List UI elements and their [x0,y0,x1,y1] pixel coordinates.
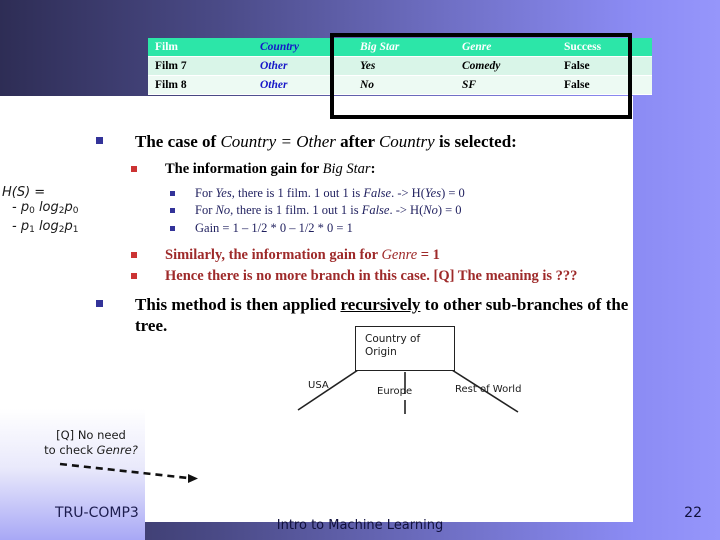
bullet-square-icon [170,208,175,213]
text-fragment: Country [378,132,435,151]
bullet-square-icon [96,137,103,144]
table-row: Film 7 Other Yes Comedy False [148,56,652,76]
text-fragment: 1 [72,225,79,235]
cell-film: Film 8 [148,75,253,95]
bullet-text: The case of Country = Other after Countr… [135,131,517,152]
text-fragment: ) = 0 [437,203,462,217]
bullet-text: For No, there is 1 film. 1 out 1 is Fals… [195,203,462,218]
slide-canvas: Film Country Big Star Genre Success Film… [0,0,720,540]
bullet-case-country-other: The case of Country = Other after Countr… [96,131,656,152]
bullet-text: Similarly, the information gain for Genr… [165,246,440,265]
text-fragment: Yes [215,186,232,200]
table-header-success: Success [557,38,652,57]
text-fragment: This method is then applied [135,295,341,314]
bullet-gain-calculation: Gain = 1 – 1/2 * 0 – 1/2 * 0 = 1 [170,221,640,236]
tree-branch-label-usa: USA [308,380,329,391]
text-fragment: Yes [424,186,442,200]
cell-success: False [557,56,652,76]
text-fragment: No [215,203,231,217]
table-header-big-star: Big Star [353,38,455,57]
text-fragment-underlined: recursively [340,295,421,314]
text-fragment: after [335,132,379,151]
table-header-film: Film [148,38,253,57]
table-header-country: Country [253,38,353,57]
text-fragment: . -> H( [389,203,424,217]
bullet-hence-no-branch: Hence there is no more branch in this ca… [131,267,671,286]
text-fragment: Genre [381,247,418,263]
footer-page-number: 22 [684,505,702,521]
text-fragment: - p [12,200,30,215]
tree-root-label-line1: Country of [365,333,421,345]
text-fragment: is selected: [434,132,517,151]
text-fragment: p [64,219,73,234]
table-header-row: Film Country Big Star Genre Success [148,38,652,57]
bullet-for-yes: For Yes, there is 1 film. 1 out 1 is Fal… [170,186,640,201]
cell-big-star: No [353,75,455,95]
text-fragment: = [276,132,297,151]
bullet-square-icon [131,273,137,279]
tree-branch-label-rest-of-world: Rest of World [455,384,522,395]
text-fragment: The case of [135,132,221,151]
text-fragment: . -> H( [391,186,425,200]
text-fragment: - p [12,219,30,234]
dashed-arrow-line [59,462,189,480]
text-fragment: For [195,203,216,217]
bullet-text: The information gain for Big Star: [165,160,375,179]
text-fragment: p [64,200,73,215]
text-fragment: The information gain for [165,161,323,177]
text-fragment: log [34,219,59,234]
entropy-formula-annotation: H(S) = - p0 log2p0 - p1 log2p1 [2,185,79,238]
text-fragment: Big Star [322,161,371,177]
text-fragment: No [423,203,438,217]
bullet-text: For Yes, there is 1 film. 1 out 1 is Fal… [195,186,465,201]
bullet-square-icon [96,300,103,307]
text-fragment: 0 [72,206,79,216]
dashed-arrow-head [188,474,198,483]
cell-genre: SF [455,75,557,95]
footer-title: Intro to Machine Learning [276,518,444,533]
cell-film: Film 7 [148,56,253,76]
bullet-similarly-genre: Similarly, the information gain for Genr… [131,246,661,265]
tree-branch-label-europe: Europe [377,386,413,397]
cell-success: False [557,75,652,95]
decision-tree-diagram: Country of Origin USA Europe Rest of Wor… [260,322,550,417]
bullet-info-gain-bigstar: The information gain for Big Star: [131,160,651,179]
annotation-line-1: [Q] No need [56,428,126,442]
text-fragment: : [370,161,376,177]
tree-root-label-line2: Origin [365,346,397,358]
text-fragment: Other [296,132,336,151]
text-fragment: Similarly, the information gain for [165,247,382,263]
bullet-square-icon [170,191,175,196]
bullet-text: Hence there is no more branch in this ca… [165,268,578,284]
text-fragment: False [361,203,390,217]
annotation-dashed-arrow [59,462,198,483]
text-fragment: False [363,186,392,200]
bullet-square-icon [131,166,137,172]
bullet-square-icon [170,226,175,231]
cell-big-star: Yes [353,56,455,76]
formula-line-3: - p1 log2p1 [2,219,79,238]
formula-line-1: H(S) = [2,185,46,200]
text-fragment: For [195,186,216,200]
text-fragment: log [34,200,59,215]
text-fragment: = 1 [417,247,440,263]
cell-country: Other [253,56,353,76]
bullet-for-no: For No, there is 1 film. 1 out 1 is Fals… [170,203,640,218]
bullet-text: Gain = 1 – 1/2 * 0 – 1/2 * 0 = 1 [195,221,353,235]
tree-root-node: Country of Origin [355,326,455,371]
cell-country: Other [253,75,353,95]
bullet-square-icon [131,252,137,258]
table-header-genre: Genre [455,38,557,57]
text-fragment: , there is 1 film. 1 out 1 is [231,186,364,200]
film-data-table: Film Country Big Star Genre Success Film… [148,38,652,95]
text-fragment: , there is 1 film. 1 out 1 is [230,203,362,217]
formula-line-2: - p0 log2p0 [2,200,79,219]
text-fragment: Country [220,132,277,151]
text-fragment: ) = 0 [441,186,465,200]
table-row: Film 8 Other No SF False [148,75,652,95]
cell-genre: Comedy [455,56,557,76]
